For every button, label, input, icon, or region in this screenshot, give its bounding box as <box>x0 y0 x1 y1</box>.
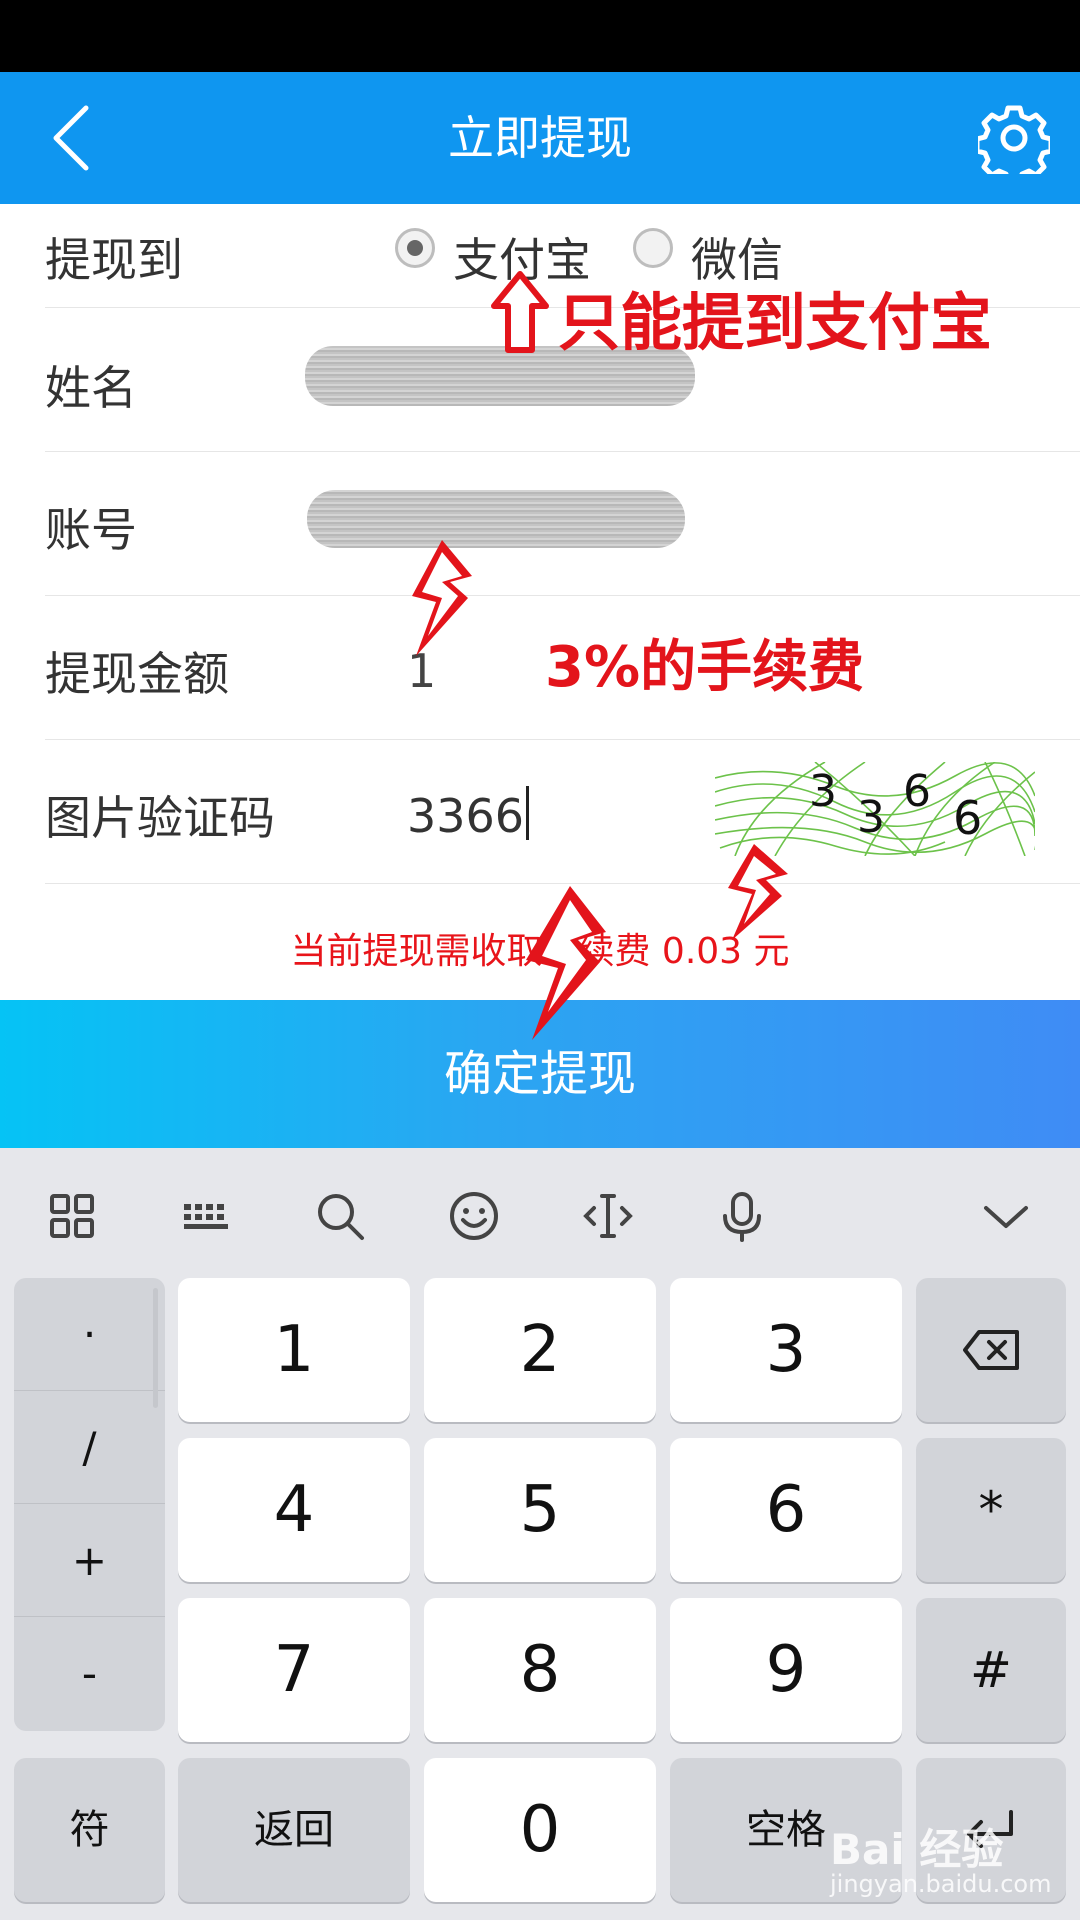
apps-grid-icon[interactable] <box>42 1186 102 1246</box>
name-label: 姓名 <box>45 361 137 415</box>
captcha-input-text: 3366 <box>407 789 525 843</box>
key-plus[interactable]: + <box>14 1504 165 1617</box>
withdraw-to-label: 提现到 <box>45 233 183 287</box>
return-key[interactable]: 返回 <box>178 1758 410 1902</box>
amount-label: 提现金额 <box>45 647 229 701</box>
captcha-char-2: 3 <box>857 792 885 843</box>
microphone-icon[interactable] <box>712 1186 772 1246</box>
key-7[interactable]: 7 <box>178 1598 410 1742</box>
text-caret <box>526 786 530 840</box>
page-title: 立即提现 <box>448 111 632 165</box>
keyboard-layout-icon[interactable] <box>176 1186 236 1246</box>
key-2[interactable]: 2 <box>424 1278 656 1422</box>
captcha-char-1: 3 <box>809 766 837 817</box>
backspace-key[interactable] <box>916 1278 1066 1422</box>
key-star[interactable]: * <box>916 1438 1066 1582</box>
key-hash[interactable]: # <box>916 1598 1066 1742</box>
account-label: 账号 <box>45 503 137 557</box>
key-1[interactable]: 1 <box>178 1278 410 1422</box>
key-9[interactable]: 9 <box>670 1598 902 1742</box>
wechat-radio[interactable] <box>633 228 673 268</box>
symbol-side-column: · / + - <box>14 1278 165 1731</box>
key-8[interactable]: 8 <box>424 1598 656 1742</box>
emoji-icon[interactable] <box>444 1186 504 1246</box>
account-value-redacted[interactable] <box>307 490 685 548</box>
lightning-annotation-icon <box>526 886 606 1040</box>
captcha-char-3: 6 <box>903 766 931 817</box>
alipay-only-annotation: 只能提到支付宝 <box>558 286 993 359</box>
search-icon[interactable] <box>310 1186 370 1246</box>
key-3[interactable]: 3 <box>670 1278 902 1422</box>
lightning-annotation-icon <box>412 540 472 656</box>
captcha-label: 图片验证码 <box>45 791 275 845</box>
key-5[interactable]: 5 <box>424 1438 656 1582</box>
backspace-icon <box>963 1330 1019 1370</box>
numeric-keyboard: · / + - 1 2 3 4 5 6 * 7 8 9 # 符 返回 0 空格 <box>0 1148 1080 1920</box>
cursor-move-icon[interactable] <box>578 1186 638 1246</box>
side-column-scrollbar <box>153 1288 158 1408</box>
gear-icon <box>974 105 1054 185</box>
captcha-char-4: 6 <box>953 791 982 845</box>
key-0[interactable]: 0 <box>424 1758 656 1902</box>
account-row: 账号 <box>45 452 1080 596</box>
screen: 立即提现 提现到 支付宝 微信 姓名 账号 提现金额 1 图片验证码 3366 … <box>0 0 1080 1920</box>
up-arrow-annotation-icon <box>491 271 549 353</box>
app-header: 立即提现 <box>0 72 1080 204</box>
settings-button[interactable] <box>974 102 1054 185</box>
watermark-url: jingyan.baidu.com <box>830 1870 1052 1898</box>
lightning-annotation-icon <box>728 844 788 940</box>
key-minus[interactable]: - <box>14 1617 165 1730</box>
key-dot[interactable]: · <box>14 1278 165 1391</box>
key-4[interactable]: 4 <box>178 1438 410 1582</box>
captcha-input[interactable]: 3366 <box>407 786 530 843</box>
symbols-key[interactable]: 符 <box>14 1758 165 1902</box>
fee-rate-annotation: 3%的手续费 <box>545 635 865 700</box>
watermark-brand: Bai 经验 <box>830 1825 1004 1874</box>
status-bar <box>0 0 1080 72</box>
key-6[interactable]: 6 <box>670 1438 902 1582</box>
chevron-down-icon[interactable] <box>976 1186 1036 1246</box>
space-key-label: 空格 <box>746 1807 826 1853</box>
key-slash[interactable]: / <box>14 1391 165 1504</box>
alipay-radio[interactable] <box>395 228 435 268</box>
